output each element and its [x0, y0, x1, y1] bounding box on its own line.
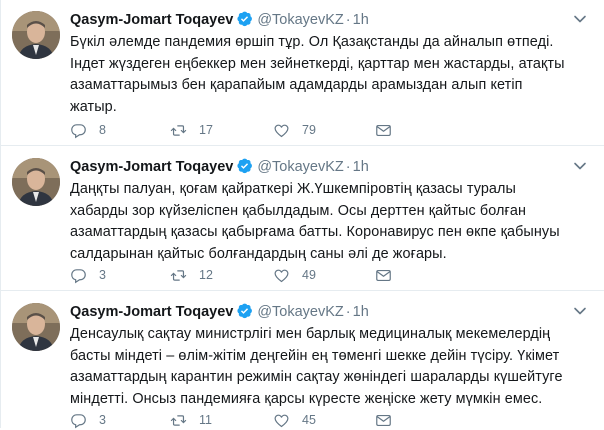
tweet-text-line: Денсаулық сақтау министрлігі мен барлық …	[70, 326, 551, 342]
tweet-header: Qasym-Jomart Toqayev @TokayevKZ · 1h	[70, 157, 565, 177]
reply-icon	[71, 413, 86, 428]
reply-button[interactable]: 8	[70, 120, 106, 140]
tweet-text-line: салдарынан қайтыс болғандардың саны әлі …	[70, 245, 447, 262]
retweet-button[interactable]: 11	[170, 410, 212, 430]
timestamp[interactable]: 1h	[353, 12, 369, 28]
author-handle[interactable]: @TokayevKZ	[257, 12, 343, 28]
like-count: 45	[302, 413, 316, 427]
tweet-text-line: міндетті. Онсыз пандемияға қарсы күресте…	[70, 390, 543, 407]
heart-icon	[274, 124, 289, 137]
separator-dot: ·	[345, 12, 351, 28]
avatar[interactable]	[12, 11, 60, 59]
tweet-header: Qasym-Jomart Toqayev @TokayevKZ · 1h	[70, 10, 565, 30]
like-button[interactable]: 49	[273, 265, 316, 285]
retweet-icon	[170, 124, 187, 136]
reply-icon	[71, 268, 86, 283]
tweet-actions: 3 12 49	[70, 265, 540, 285]
chevron-down-icon[interactable]	[573, 304, 587, 318]
retweet-icon	[170, 269, 187, 281]
verified-badge-icon	[236, 157, 253, 180]
verified-badge-icon	[236, 10, 253, 33]
avatar[interactable]	[12, 158, 60, 206]
like-count: 49	[302, 268, 316, 282]
chevron-down-icon[interactable]	[573, 159, 587, 173]
author-handle[interactable]: @TokayevKZ	[257, 304, 343, 320]
envelope-icon	[376, 124, 391, 136]
tweet-text-line: хабарды зор күйзеліспен қабылдадым. Осы …	[70, 202, 527, 219]
tweet-text: Бүкіл әлемде пандемия өршіп тұр. Ол Қаза…	[70, 32, 585, 118]
tweet-actions: 8 17 79	[70, 120, 540, 140]
like-button[interactable]: 45	[273, 410, 316, 430]
envelope-icon	[376, 269, 391, 281]
author-handle[interactable]: @TokayevKZ	[257, 159, 343, 175]
retweet-icon	[170, 414, 187, 426]
reply-button[interactable]: 3	[70, 265, 106, 285]
tweet-text-line: азаматтардың қазасы қабырғама батты. Кор…	[70, 224, 560, 240]
retweet-count: 12	[199, 268, 213, 282]
separator-dot: ·	[345, 159, 351, 175]
retweet-button[interactable]: 17	[170, 120, 213, 140]
tweet-actions: 3 11 45	[70, 410, 540, 430]
like-button[interactable]: 79	[273, 120, 316, 140]
reply-icon	[71, 123, 86, 138]
tweet-text-line: Даңқты палуан, қоғам қайраткері Ж.Үшкемп…	[70, 181, 516, 197]
tweet-text-line: басты міндеті – өлім-жітім деңгейін ең т…	[70, 347, 560, 364]
author-name[interactable]: Qasym-Jomart Toqayev	[70, 304, 233, 320]
timestamp[interactable]: 1h	[353, 304, 369, 320]
retweet-count: 17	[199, 123, 213, 137]
tweet-text-line: Індет жүздеген еңбеккер мен зейнеткерді,…	[70, 55, 565, 72]
timestamp[interactable]: 1h	[353, 159, 369, 175]
reply-button[interactable]: 3	[70, 410, 106, 430]
tweet-feed: Qasym-Jomart Toqayev @TokayevKZ · 1h Бүкіл …	[0, 0, 604, 428]
tweet[interactable]: Qasym-Jomart Toqayev @TokayevKZ · 1h Бүкіл …	[1, 0, 604, 146]
retweet-button[interactable]: 12	[170, 265, 213, 285]
tweet-text-line: азаматтарымыз бен қарапайым адамдарды ар…	[70, 77, 523, 93]
author-name[interactable]: Qasym-Jomart Toqayev	[70, 12, 233, 28]
heart-icon	[274, 414, 289, 427]
reply-count: 3	[99, 268, 106, 282]
envelope-icon	[376, 414, 391, 426]
avatar[interactable]	[12, 303, 60, 351]
reply-count: 3	[99, 413, 106, 427]
tweet[interactable]: Qasym-Jomart Toqayev @TokayevKZ · 1h Денсау…	[1, 292, 604, 428]
tweet-text-line: Бүкіл әлемде пандемия өршіп тұр. Ол Қаза…	[70, 34, 554, 50]
share-dm-button[interactable]	[375, 410, 392, 430]
reply-count: 8	[99, 123, 106, 137]
tweet-text: Денсаулық сақтау министрлігі мен барлық …	[70, 324, 585, 410]
tweet-text-line: азаматтардың карантин режимін сақтау жөн…	[70, 369, 563, 385]
verified-badge-icon	[236, 302, 253, 325]
tweet-text: Даңқты палуан, қоғам қайраткері Ж.Үшкемп…	[70, 179, 585, 265]
retweet-count: 11	[199, 413, 212, 427]
tweet[interactable]: Qasym-Jomart Toqayev @TokayevKZ · 1h Даңқты…	[1, 147, 604, 291]
share-dm-button[interactable]	[375, 120, 392, 140]
share-dm-button[interactable]	[375, 265, 392, 285]
like-count: 79	[302, 123, 316, 137]
heart-icon	[274, 269, 289, 282]
separator-dot: ·	[345, 304, 351, 320]
tweet-header: Qasym-Jomart Toqayev @TokayevKZ · 1h	[70, 302, 565, 322]
author-name[interactable]: Qasym-Jomart Toqayev	[70, 159, 233, 175]
chevron-down-icon[interactable]	[573, 12, 587, 26]
tweet-text-line: жатыр.	[70, 98, 117, 115]
